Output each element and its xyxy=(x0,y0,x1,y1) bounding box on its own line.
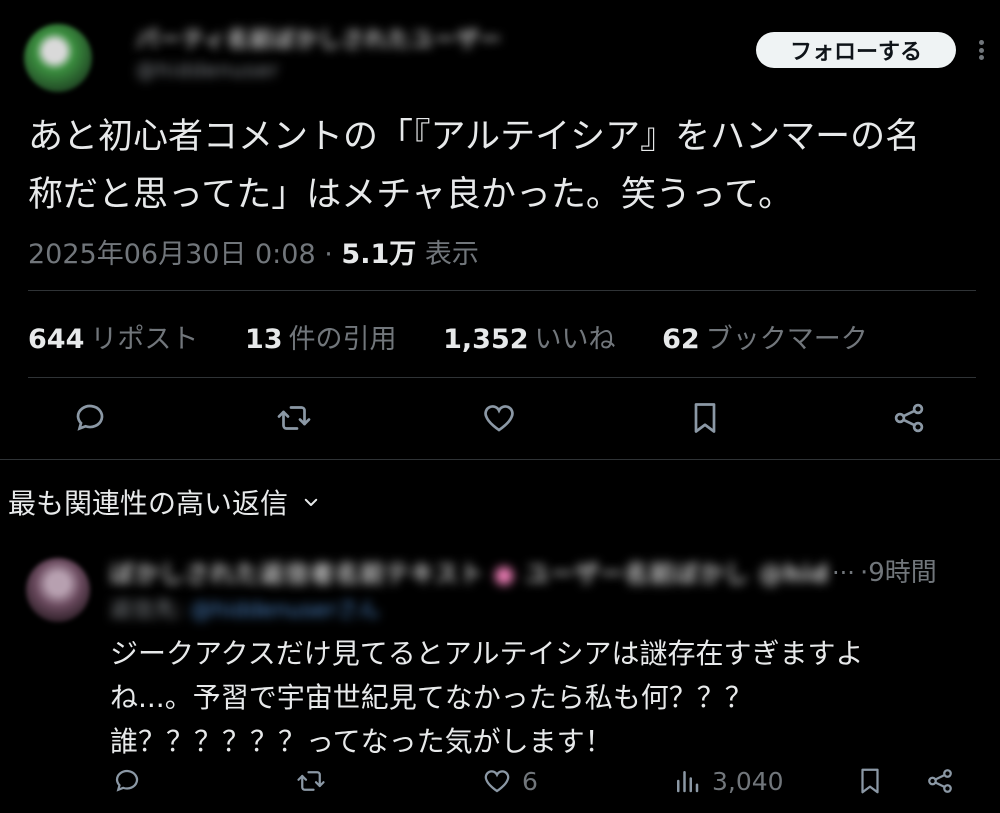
quotes-label: 件の引用 xyxy=(288,324,397,355)
analytics-icon xyxy=(677,771,699,793)
main-post: パーティ名前ぼかしされたユーザー @hiddenuser フォローする あと初心… xyxy=(0,0,1000,460)
reply-name-ellipsis: ... xyxy=(832,552,855,580)
like-icon[interactable] xyxy=(481,400,517,436)
likes-count: 1,352 xyxy=(443,324,529,355)
bookmarks-count: 62 xyxy=(662,324,700,355)
bookmarks-stat[interactable]: 62 ブックマーク xyxy=(662,324,868,355)
reposts-stat[interactable]: 644 リポスト xyxy=(28,324,198,355)
author-name[interactable]: パーティ名前ぼかしされたユーザー xyxy=(136,22,502,54)
views-count: 5.1万 xyxy=(341,239,417,270)
post-stats: 644 リポスト 13 件の引用 1,352 いいね 62 ブックマーク xyxy=(28,317,906,356)
repost-icon xyxy=(297,771,325,791)
reply-views-button[interactable]: 3,040 xyxy=(672,764,784,798)
reply-text-line: ね...。予習で宇宙世紀見てなかったら私も何？？？ xyxy=(110,681,753,714)
reply-repost-button[interactable] xyxy=(296,764,326,798)
divider xyxy=(28,377,976,378)
more-options-icon[interactable] xyxy=(970,34,992,66)
reply-like-button[interactable]: 6 xyxy=(482,764,538,798)
share-icon xyxy=(928,769,952,793)
post-text: あと初心者コメントの「『アルテイシア』をハンマーの名 称だと思ってた」はメチャ良… xyxy=(28,108,978,224)
reply-author-name[interactable]: ぼかしされた返信者名前テキスト ● ユーザー名前ぼかし @hidden xyxy=(110,554,830,589)
quotes-count: 13 xyxy=(244,324,283,355)
likes-label: いいね xyxy=(534,324,616,355)
reply-author-badge: ● xyxy=(493,560,516,588)
post-text-line: 称だと思ってた」はメチャ良かった。笑うって。 xyxy=(28,175,794,215)
reply-avatar[interactable] xyxy=(26,558,90,622)
reply-handle-prefix: 返信先: xyxy=(110,598,184,623)
reply-author-name-text: ぼかしされた返信者名前テキスト xyxy=(110,560,485,588)
share-icon[interactable] xyxy=(891,400,927,436)
reply-handle-link[interactable]: @hiddenuserさん xyxy=(190,598,379,623)
reply-bookmark-button[interactable] xyxy=(855,764,885,798)
reply-likes-count: 6 xyxy=(522,766,538,796)
reply-text-line: ジークアクスだけ見てるとアルテイシアは謎存在すぎますよ xyxy=(110,637,864,670)
views-label: 表示 xyxy=(424,239,479,270)
bookmark-icon xyxy=(861,768,879,794)
author-handle[interactable]: @hiddenuser xyxy=(136,58,279,82)
reply-handle[interactable]: 返信先: @hiddenuserさん xyxy=(110,592,380,624)
reply-text-line: 誰？？？？？？ってなった気がします！ xyxy=(110,725,613,758)
follow-button[interactable]: フォローする xyxy=(756,32,956,68)
reply-timestamp[interactable]: ·9時間 xyxy=(860,552,937,589)
reply-reply-button[interactable] xyxy=(112,764,142,798)
reply-views-count: 3,040 xyxy=(712,766,784,796)
meta-separator: · xyxy=(324,239,333,270)
reply-share-button[interactable] xyxy=(925,764,955,798)
section-divider xyxy=(0,459,1000,460)
reposts-count: 644 xyxy=(28,324,85,355)
reply-author-name-tail: ユーザー名前ぼかし @hidden xyxy=(524,560,830,588)
reposts-label: リポスト xyxy=(90,324,199,355)
repost-icon[interactable] xyxy=(276,400,312,436)
post-timestamp[interactable]: 2025年06月30日 0:08 xyxy=(28,239,316,270)
reply-sort-dropdown[interactable]: 最も関連性の高い返信 xyxy=(8,482,320,522)
post-text-line: あと初心者コメントの「『アルテイシア』をハンマーの名 xyxy=(28,117,921,157)
reply-icon[interactable] xyxy=(72,400,108,436)
post-meta: 2025年06月30日 0:08 · 5.1万 表示 xyxy=(28,232,479,271)
reply-icon xyxy=(115,769,139,792)
avatar[interactable] xyxy=(24,24,92,92)
likes-stat[interactable]: 1,352 いいね xyxy=(443,324,615,355)
reply-text: ジークアクスだけ見てるとアルテイシアは謎存在すぎますよ ね...。予習で宇宙世紀… xyxy=(110,632,970,764)
bookmarks-label: ブックマーク xyxy=(705,324,868,355)
like-icon xyxy=(484,770,510,793)
sort-label: 最も関連性の高い返信 xyxy=(8,487,289,520)
quotes-stat[interactable]: 13 件の引用 xyxy=(245,324,397,355)
chevron-down-icon xyxy=(304,498,318,506)
divider xyxy=(28,290,976,291)
bookmark-icon[interactable] xyxy=(687,400,723,436)
